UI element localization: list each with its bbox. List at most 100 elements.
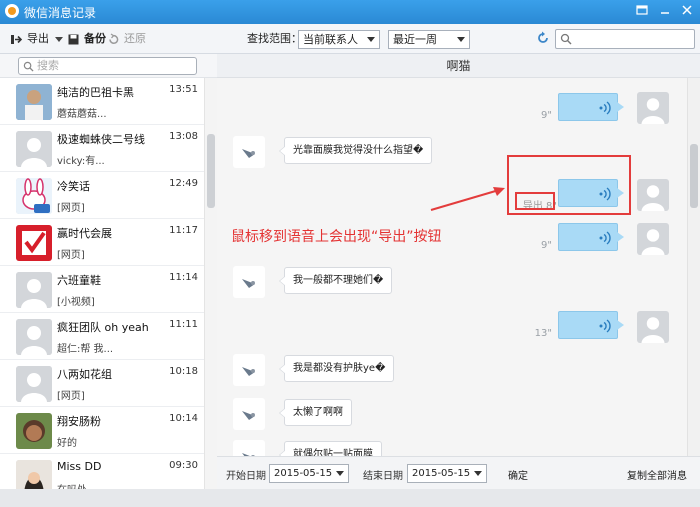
default-avatar-icon: [16, 319, 52, 355]
chevron-down-icon: [474, 471, 482, 476]
restore-icon: [109, 32, 119, 44]
period-value: 最近一周: [393, 33, 437, 46]
self-avatar: [637, 311, 669, 343]
contact-time: 13:51: [169, 84, 198, 95]
end-date-value: 2015-05-15: [412, 468, 471, 479]
contact-preview: [网页]: [57, 391, 85, 402]
annotation-text: 鼠标移到语音上会出现“导出”按钮: [231, 229, 442, 245]
start-date-picker[interactable]: 2015-05-15: [269, 464, 349, 483]
self-avatar: [637, 92, 669, 124]
minimize-button[interactable]: [655, 3, 675, 21]
start-date-value: 2015-05-15: [274, 468, 333, 479]
export-button[interactable]: 导出: [10, 31, 49, 47]
title-bar: 微信消息记录: [0, 0, 700, 24]
voice-wave-icon: [599, 231, 611, 245]
contact-time: 11:14: [169, 272, 198, 283]
contact-item[interactable]: 极速蜘蛛侠二号线 13:08 vicky:有...: [0, 125, 204, 172]
text-message[interactable]: 我一般都不理她们�: [278, 267, 393, 294]
voice-duration: 9": [541, 110, 552, 121]
message-list: 9" 光靠面膜我觉得没什么指望� 导出 8" 鼠标移到语音上会出现“导出”按钮 …: [217, 78, 687, 456]
voice-message[interactable]: [558, 223, 624, 251]
text-message[interactable]: 我是都没有护肤ye�: [278, 355, 395, 382]
restore-button[interactable]: 还原: [107, 31, 146, 47]
chat-contact-name: 啊猫: [217, 54, 700, 78]
scope-select[interactable]: 当前联系人: [298, 30, 380, 49]
contact-search-input[interactable]: 搜索: [18, 57, 197, 75]
export-highlight-box: [515, 192, 555, 210]
chevron-down-icon: [457, 37, 465, 42]
contact-name: 赢时代会展: [57, 227, 112, 240]
toolbar: 导出 备份 还原 查找范围： 当前联系人 最近一周: [0, 24, 700, 54]
contact-avatar: [233, 398, 265, 430]
backup-icon: [68, 34, 79, 44]
annotation-arrow: [430, 187, 505, 211]
default-avatar-icon: [16, 131, 52, 167]
voice-message[interactable]: [558, 311, 624, 339]
chevron-down-icon: [367, 37, 375, 42]
scope-label: 查找范围：: [247, 32, 302, 45]
contact-item[interactable]: 赢时代会展 11:17 [网页]: [0, 219, 204, 266]
scope-value: 当前联系人: [303, 33, 358, 46]
avatar: [16, 178, 52, 214]
text-message[interactable]: 就偶尔贴一贴面膜: [279, 441, 382, 456]
skin-icon[interactable]: [632, 3, 652, 21]
contact-avatar: [233, 354, 265, 386]
chat-panel: 啊猫 9" 光靠面膜我觉得没什么指望� 导出 8" 鼠标移到语音上会出现“导出”…: [217, 54, 700, 507]
end-date-label: 结束日期: [363, 471, 403, 482]
contact-name: 纯洁的巴祖卡黑: [57, 86, 134, 99]
contact-item[interactable]: 八两如花组 10:18 [网页]: [0, 360, 204, 407]
export-icon: [11, 34, 23, 44]
voice-duration: 9": [541, 240, 552, 251]
end-date-picker[interactable]: 2015-05-15: [407, 464, 487, 483]
export-dropdown-arrow[interactable]: [55, 37, 63, 42]
scrollbar-thumb[interactable]: [207, 134, 215, 208]
wechat-app-icon: [5, 4, 19, 18]
text-message[interactable]: 太懒了啊啊: [279, 399, 352, 426]
text-message[interactable]: 光靠面膜我觉得没什么指望�: [278, 137, 433, 164]
contact-preview: 超仁:帮 我...: [57, 344, 114, 355]
contact-time: 11:17: [169, 225, 198, 236]
contact-time: 12:49: [169, 178, 198, 189]
voice-wave-icon: [599, 319, 611, 333]
scrollbar-thumb[interactable]: [690, 144, 698, 208]
contact-preview: 蘑菇蘑菇...: [57, 109, 107, 120]
contact-name: Miss DD: [57, 460, 102, 473]
copy-all-button[interactable]: 复制全部消息: [627, 467, 687, 482]
start-date-label: 开始日期: [226, 471, 266, 482]
contact-item[interactable]: 六班童鞋 11:14 [小视频]: [0, 266, 204, 313]
voice-wave-icon: [599, 101, 611, 115]
contact-item[interactable]: 翔安肠粉 10:14 好的: [0, 407, 204, 454]
contact-preview: [小视频]: [57, 297, 95, 308]
confirm-button[interactable]: 确定: [508, 467, 528, 482]
window-title: 微信消息记录: [24, 6, 97, 20]
search-icon: [23, 61, 34, 72]
self-avatar: [637, 179, 669, 211]
contact-name: 极速蜘蛛侠二号线: [57, 133, 145, 146]
message-scrollbar[interactable]: [687, 78, 700, 456]
contact-panel: 搜索 纯洁的巴祖卡黑 13:51 蘑菇蘑菇... 极速蜘蛛侠二号线 13:08 …: [0, 54, 217, 507]
backup-button[interactable]: 备份: [67, 31, 106, 47]
self-avatar: [637, 223, 669, 255]
contact-name: 冷笑话: [57, 180, 90, 193]
avatar: [16, 225, 52, 261]
contact-time: 13:08: [169, 131, 198, 142]
toolbar-search-input[interactable]: [555, 29, 695, 49]
avatar: [16, 84, 52, 120]
contact-name: 翔安肠粉: [57, 415, 101, 428]
voice-message[interactable]: [558, 93, 624, 121]
contact-name: 八两如花组: [57, 368, 112, 381]
close-button[interactable]: [677, 3, 697, 21]
contact-list-scrollbar[interactable]: [204, 78, 217, 507]
contact-item[interactable]: 纯洁的巴祖卡黑 13:51 蘑菇蘑菇...: [0, 78, 204, 125]
contact-search-bar: 搜索: [0, 54, 217, 78]
period-select[interactable]: 最近一周: [388, 30, 470, 49]
contact-search-placeholder: 搜索: [37, 59, 59, 72]
refresh-icon[interactable]: [536, 31, 550, 48]
contact-name: 疯狂团队 oh yeah: [57, 321, 149, 334]
contact-avatar: [233, 440, 265, 456]
contact-item[interactable]: 疯狂团队 oh yeah 11:11 超仁:帮 我...: [0, 313, 204, 360]
default-avatar-icon: [16, 272, 52, 308]
contact-item[interactable]: 冷笑话 12:49 [网页]: [0, 172, 204, 219]
status-strip: [0, 489, 700, 507]
contact-name: 六班童鞋: [57, 274, 101, 287]
